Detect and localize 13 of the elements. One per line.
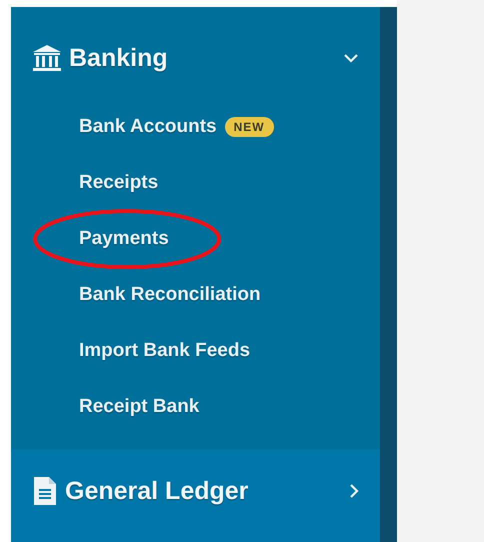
new-badge: NEW <box>224 117 274 137</box>
menu-item[interactable]: Receipts <box>79 172 158 194</box>
bank-icon <box>32 44 62 72</box>
menu-item[interactable]: Bank Reconciliation <box>79 284 261 306</box>
section-header[interactable]: General Ledger <box>11 471 380 511</box>
menu-item[interactable]: Payments <box>79 228 169 250</box>
section-title: General Ledger <box>65 476 250 506</box>
menu-item[interactable]: Bank Accounts <box>79 116 217 138</box>
section-title: Banking <box>69 44 169 72</box>
document-icon <box>32 476 58 506</box>
section-header[interactable]: Banking <box>11 38 380 78</box>
menu-item[interactable]: Import Bank Feeds <box>79 340 250 362</box>
menu-item[interactable]: Receipt Bank <box>79 396 200 418</box>
